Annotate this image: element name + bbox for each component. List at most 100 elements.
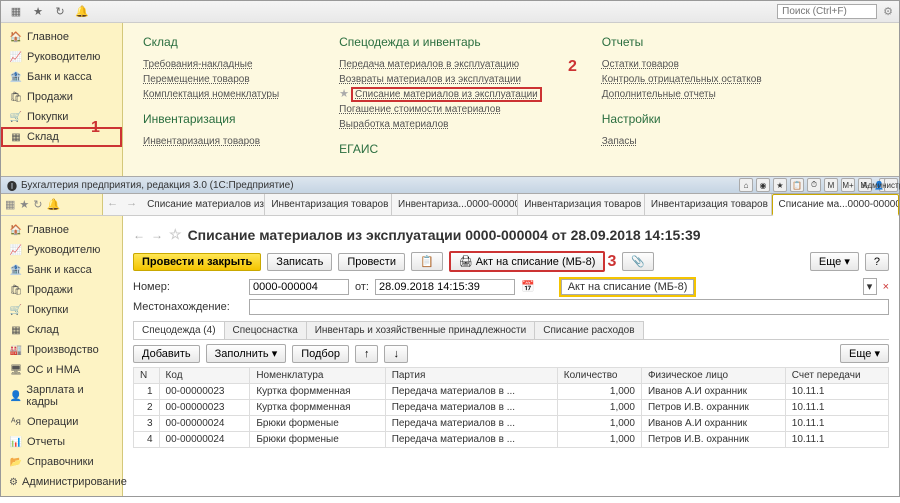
menu-link[interactable]: Инвентаризация товаров — [143, 134, 279, 149]
org-dropdown[interactable]: ▾ — [863, 278, 877, 295]
menu-link[interactable]: Возвраты материалов из эксплуатации — [339, 72, 542, 87]
tb-icon[interactable]: M+ — [841, 178, 855, 192]
sidebar-item-bank[interactable]: 🏦Банк и касса — [1, 260, 122, 280]
col-qty[interactable]: Количество — [557, 368, 641, 384]
sidebar-item-production[interactable]: 🏭Производство — [1, 340, 122, 360]
tb-icon[interactable]: 📋 — [790, 178, 804, 192]
calendar-icon[interactable]: 📅 — [521, 280, 535, 293]
search-input[interactable] — [777, 4, 877, 19]
movements-button[interactable]: 📋 — [411, 252, 443, 271]
sidebar-item-main[interactable]: 🏠Главное — [1, 220, 122, 240]
bell-icon[interactable]: 🔔 — [73, 3, 91, 21]
number-input[interactable] — [249, 279, 349, 295]
save-button[interactable]: Записать — [267, 253, 332, 271]
sidebar-item-admin[interactable]: ⚙Администрирование — [1, 472, 122, 492]
tb-icon[interactable]: M — [824, 178, 838, 192]
apps-icon[interactable]: ▦ — [5, 198, 15, 211]
doctab-expenses[interactable]: Списание расходов — [534, 321, 643, 339]
menu-link[interactable]: Требования-накладные — [143, 57, 279, 72]
sidebar-item-manager[interactable]: 📈Руководителю — [1, 47, 122, 67]
nav-fwd-icon[interactable]: → — [151, 228, 163, 242]
history-icon[interactable]: ↻ — [33, 198, 42, 211]
tab[interactable]: Инвентариза...0000-000005× — [392, 194, 518, 215]
move-up-button[interactable]: ↑ — [355, 345, 379, 363]
menu-link[interactable]: Остатки товаров — [602, 57, 762, 72]
star-icon[interactable]: ★ — [19, 198, 29, 211]
tb-icon[interactable]: ⌂ — [739, 178, 753, 192]
back-icon[interactable]: ← — [103, 194, 122, 215]
menu-link[interactable]: Дополнительные отчеты — [602, 87, 762, 102]
clear-icon[interactable]: × — [883, 281, 889, 293]
add-button[interactable]: Добавить — [133, 345, 200, 363]
sidebar-item-purchases[interactable]: 🛒Покупки — [1, 107, 122, 127]
menu-link[interactable]: Контроль отрицательных остатков — [602, 72, 762, 87]
cell-acct: 10.11.1 — [785, 384, 888, 400]
location-input[interactable] — [249, 299, 889, 315]
post-close-button[interactable]: Провести и закрыть — [133, 253, 261, 271]
sidebar-item-main[interactable]: 🏠Главное — [1, 27, 122, 47]
tb-icon[interactable]: ◉ — [756, 178, 770, 192]
attach-button[interactable]: 📎 — [622, 252, 654, 271]
table-row[interactable]: 100-00000023Куртка формменнаяПередача ма… — [134, 384, 889, 400]
col-person[interactable]: Физическое лицо — [641, 368, 785, 384]
gear-icon[interactable]: ⚙ — [883, 5, 893, 18]
tab-label: Инвентаризация товаров ... — [524, 199, 645, 210]
apps-icon[interactable]: ▦ — [7, 3, 25, 21]
col-party[interactable]: Партия — [385, 368, 557, 384]
date-input[interactable] — [375, 279, 515, 295]
col-account[interactable]: Счет передачи — [785, 368, 888, 384]
table-row[interactable]: 200-00000023Куртка формменнаяПередача ма… — [134, 400, 889, 416]
more-button[interactable]: Еще ▾ — [810, 252, 859, 271]
sidebar-item-purchases[interactable]: 🛒Покупки — [1, 300, 122, 320]
bell-icon[interactable]: 🔔 — [47, 198, 61, 211]
user-badge[interactable]: 👤 Администратор — [879, 178, 893, 192]
col-code[interactable]: Код — [159, 368, 250, 384]
table-more-button[interactable]: Еще ▾ — [840, 344, 889, 363]
doctab-inventory[interactable]: Инвентарь и хозяйственные принадлежности — [306, 321, 535, 339]
menu-link[interactable]: Перемещение товаров — [143, 72, 279, 87]
sidebar-item-sales[interactable]: 🛍Продажи — [1, 280, 122, 300]
forward-icon[interactable]: → — [122, 194, 141, 215]
menu-link[interactable]: Выработка материалов — [339, 117, 542, 132]
sidebar-item-label: Покупки — [27, 111, 68, 123]
star-icon[interactable]: ★ — [29, 3, 47, 21]
table-row[interactable]: 400-00000024Брюки форменыеПередача матер… — [134, 432, 889, 448]
tb-icon[interactable]: ⏱ — [807, 178, 821, 192]
move-down-button[interactable]: ↓ — [384, 345, 408, 363]
sidebar-item-reports[interactable]: 📊Отчеты — [1, 432, 122, 452]
col-n[interactable]: N — [134, 368, 160, 384]
sidebar-item-operations[interactable]: ᴬяОперации — [1, 412, 122, 432]
sidebar-item-sales[interactable]: 🛍Продажи — [1, 87, 122, 107]
sidebar-item-os-nma[interactable]: 🖥ОС и НМА — [1, 360, 122, 380]
nav-back-icon[interactable]: ← — [133, 228, 145, 242]
tab[interactable]: Инвентаризация товаров ...× — [645, 194, 772, 215]
table-row[interactable]: 300-00000024Брюки форменыеПередача матер… — [134, 416, 889, 432]
fill-button[interactable]: Заполнить ▾ — [206, 344, 287, 363]
tab[interactable]: Инвентаризация товаров ...× — [518, 194, 645, 215]
doctab-workwear[interactable]: Спецодежда (4) — [133, 321, 225, 339]
tab-active[interactable]: Списание ма...0000-000004× — [772, 194, 899, 216]
menu-link-writeoff[interactable]: Списание материалов из эксплуатации — [351, 87, 542, 102]
tab[interactable]: Списание материалов из...× — [141, 194, 265, 215]
sidebar-item-warehouse[interactable]: ▦Склад — [1, 127, 122, 147]
sidebar-item-catalogs[interactable]: 📂Справочники — [1, 452, 122, 472]
sidebar-item-warehouse[interactable]: ▦Склад — [1, 320, 122, 340]
menu-link[interactable]: Запасы — [602, 134, 762, 149]
help-button[interactable]: ? — [865, 253, 889, 271]
sidebar-item-bank[interactable]: 🏦Банк и касса — [1, 67, 122, 87]
items-table: N Код Номенклатура Партия Количество Физ… — [133, 367, 889, 448]
menu-link[interactable]: Передача материалов в эксплуатацию — [339, 57, 542, 72]
doctab-tooling[interactable]: Спецоснастка — [224, 321, 307, 339]
select-button[interactable]: Подбор — [292, 345, 349, 363]
act-writeoff-button[interactable]: 🖨 Акт на списание (МБ-8) — [449, 251, 606, 272]
menu-link[interactable]: Погашение стоимости материалов — [339, 102, 542, 117]
col-nomenclature[interactable]: Номенклатура — [250, 368, 385, 384]
star-icon[interactable]: ☆ — [169, 226, 182, 243]
post-button[interactable]: Провести — [338, 253, 405, 271]
history-icon[interactable]: ↻ — [51, 3, 69, 21]
sidebar-item-manager[interactable]: 📈Руководителю — [1, 240, 122, 260]
tab[interactable]: Инвентаризация товаров ...× — [265, 194, 392, 215]
sidebar-item-salary[interactable]: 👤Зарплата и кадры — [1, 380, 122, 412]
menu-link[interactable]: Комплектация номенклатуры — [143, 87, 279, 102]
tb-icon[interactable]: ★ — [773, 178, 787, 192]
